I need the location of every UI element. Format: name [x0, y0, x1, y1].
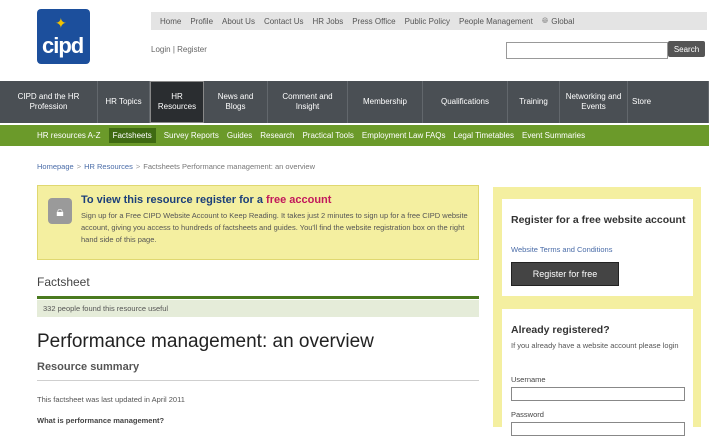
- register-for-free-button[interactable]: Register for free: [511, 262, 619, 286]
- page-title: Performance management: an overview: [37, 331, 374, 352]
- mainnav-training[interactable]: Training: [508, 81, 560, 123]
- top-navigation: Home Profile About Us Contact Us HR Jobs…: [151, 12, 707, 30]
- last-updated-text: This factsheet was last updated in April…: [37, 395, 185, 404]
- login-link[interactable]: Login: [151, 45, 171, 54]
- lock-icon: 🔒︎: [48, 198, 72, 224]
- resource-summary-heading: Resource summary: [37, 361, 140, 373]
- globe-icon: 🌐︎: [541, 16, 549, 25]
- login-box-text: If you already have a website account pl…: [511, 341, 679, 350]
- mainnav-networking-events[interactable]: Networking and Events: [560, 81, 628, 123]
- promo-body: Sign up for a Free CIPD Website Account …: [81, 211, 468, 244]
- subnav-employment-law-faqs[interactable]: Employment Law FAQs: [362, 131, 446, 140]
- username-field[interactable]: [511, 387, 685, 401]
- topnav-hr-jobs[interactable]: HR Jobs: [313, 17, 344, 26]
- topnav-about-us[interactable]: About Us: [222, 17, 255, 26]
- section-heading: What is performance management?: [37, 416, 165, 425]
- factsheet-label: Factsheet: [37, 275, 90, 289]
- topnav-profile[interactable]: Profile: [190, 17, 213, 26]
- register-box-title: Register for a free website account: [511, 214, 686, 226]
- subnav-legal-timetables[interactable]: Legal Timetables: [454, 131, 514, 140]
- breadcrumb-separator: >: [76, 162, 82, 171]
- subnav-factsheets[interactable]: Factsheets: [108, 128, 156, 143]
- search-button[interactable]: Search: [668, 41, 705, 57]
- register-link[interactable]: Register: [177, 45, 207, 54]
- subnav-hr-resources-az[interactable]: HR resources A-Z: [37, 131, 101, 140]
- subnav-practical-tools[interactable]: Practical Tools: [302, 131, 353, 140]
- mainnav-store[interactable]: Store: [628, 81, 709, 123]
- free-account-link[interactable]: free account: [266, 194, 331, 206]
- mainnav-hr-topics[interactable]: HR Topics: [98, 81, 150, 123]
- divider: [37, 296, 479, 299]
- promo-title-text: To view this resource register for a: [81, 194, 267, 206]
- mainnav-hr-resources[interactable]: HR Resources: [150, 81, 204, 123]
- topnav-contact-us[interactable]: Contact Us: [264, 17, 304, 26]
- breadcrumb-separator: >: [135, 162, 141, 171]
- breadcrumb-current: Factsheets Performance management: an ov…: [143, 162, 315, 171]
- mainnav-qualifications[interactable]: Qualifications: [423, 81, 508, 123]
- promo-title: To view this resource register for a fre…: [81, 194, 331, 206]
- useful-count: 332 people found this resource useful: [37, 300, 479, 317]
- subnav-research[interactable]: Research: [260, 131, 294, 140]
- topnav-global[interactable]: Global: [551, 17, 574, 26]
- terms-link[interactable]: Website Terms and Conditions: [511, 245, 612, 254]
- mainnav-news-blogs[interactable]: News and Blogs: [204, 81, 268, 123]
- topnav-home[interactable]: Home: [160, 17, 181, 26]
- mainnav-membership[interactable]: Membership: [348, 81, 423, 123]
- mainnav-comment-insight[interactable]: Comment and Insight: [268, 81, 348, 123]
- search-input[interactable]: [506, 42, 668, 59]
- register-box: Register for a free website account Webs…: [502, 199, 693, 296]
- mainnav-cipd-hr-profession[interactable]: CIPD and the HR Profession: [0, 81, 98, 123]
- cipd-logo[interactable]: ✦ cipd: [37, 9, 90, 64]
- sub-navigation: HR resources A-Z Factsheets Survey Repor…: [0, 125, 709, 146]
- breadcrumb-home[interactable]: Homepage: [37, 162, 74, 171]
- register-promo-banner: 🔒︎ To view this resource register for a …: [37, 185, 479, 260]
- main-navigation: CIPD and the HR Profession HR Topics HR …: [0, 81, 709, 123]
- topnav-people-management[interactable]: People Management: [459, 17, 533, 26]
- username-label: Username: [511, 375, 546, 384]
- password-label: Password: [511, 410, 544, 419]
- login-box-title: Already registered?: [511, 324, 610, 336]
- logo-mark-icon: ✦: [55, 15, 67, 31]
- subnav-event-summaries[interactable]: Event Summaries: [522, 131, 585, 140]
- divider: [37, 380, 479, 381]
- password-field[interactable]: [511, 422, 685, 436]
- login-box: Already registered? If you already have …: [502, 309, 693, 436]
- topnav-public-policy[interactable]: Public Policy: [405, 17, 450, 26]
- login-links: Login | Register: [151, 45, 207, 54]
- logo-text: cipd: [42, 33, 84, 58]
- login-separator: |: [172, 45, 175, 54]
- subnav-survey-reports[interactable]: Survey Reports: [164, 131, 219, 140]
- topnav-press-office[interactable]: Press Office: [352, 17, 395, 26]
- subnav-guides[interactable]: Guides: [227, 131, 252, 140]
- breadcrumb: Homepage > HR Resources > Factsheets Perform…: [37, 162, 315, 171]
- breadcrumb-hr-resources[interactable]: HR Resources: [84, 162, 133, 171]
